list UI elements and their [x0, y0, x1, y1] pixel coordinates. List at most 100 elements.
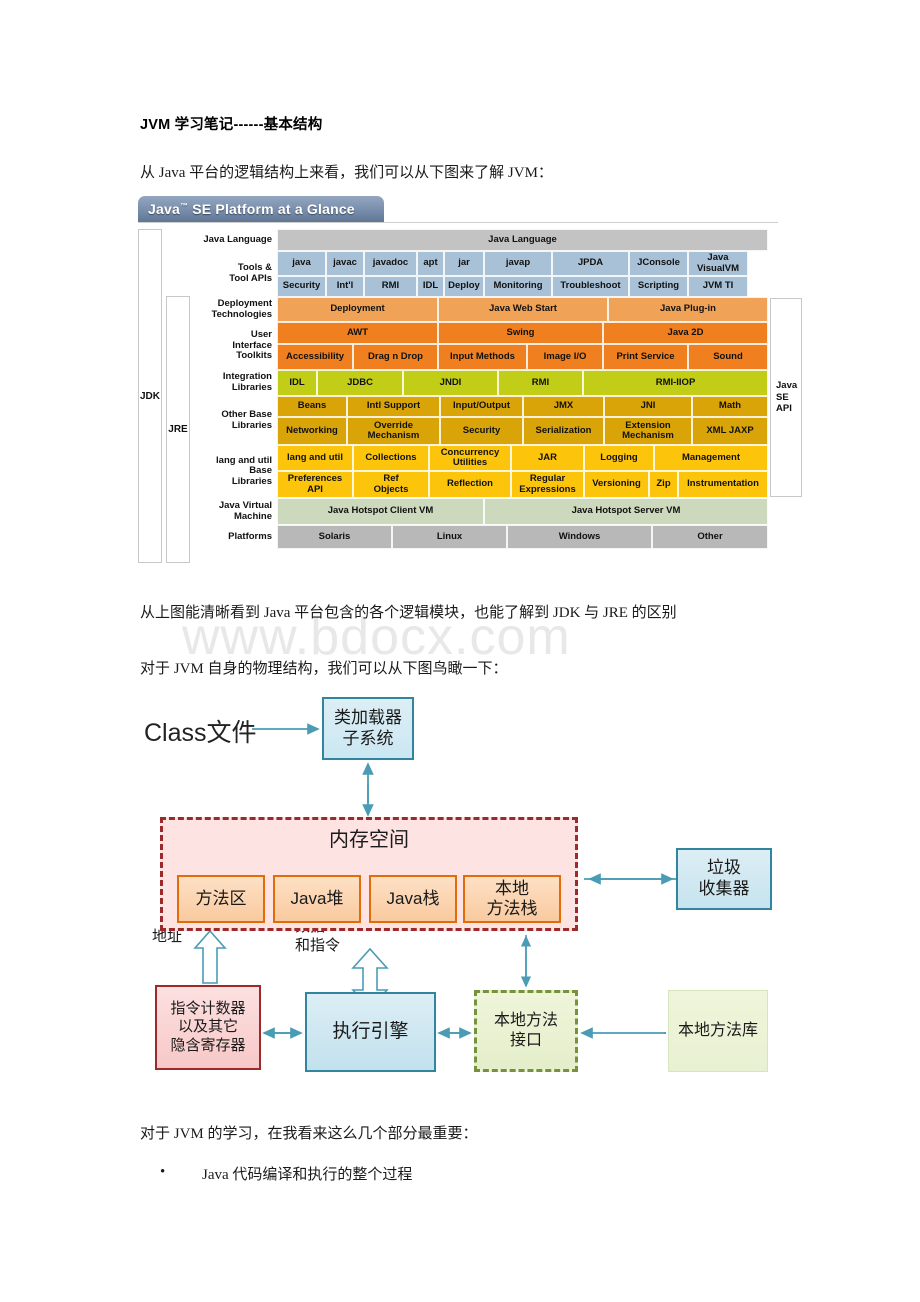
- java-se-api-line: Java: [776, 380, 798, 392]
- bullet-marker-icon: •: [160, 1164, 166, 1180]
- platform-cell-logging: Logging: [584, 445, 654, 471]
- jre-bracket: JRE: [166, 296, 190, 563]
- platform-row-label: User Interface Toolkits: [232, 329, 272, 362]
- page-title: JVM 学习笔记------基本结构: [140, 117, 323, 133]
- garbage-collector-box: 垃圾 收集器: [676, 848, 772, 910]
- execution-engine-box: 执行引擎: [305, 992, 436, 1072]
- platform-cell-java-language: Java Language: [277, 229, 768, 251]
- platform-cell-jndi: JNDI: [403, 370, 498, 396]
- memory-cell-2: Java栈: [369, 875, 457, 923]
- platform-cell-networking: Networking: [277, 417, 347, 445]
- platform-cell-java: Java VisualVM: [688, 251, 748, 276]
- platform-cell-jar: JAR: [511, 445, 584, 471]
- platform-row-label: Deployment Technologies: [211, 297, 272, 320]
- platform-cell-monitoring: Monitoring: [484, 276, 552, 297]
- jdk-bracket: JDK: [138, 229, 162, 563]
- paragraph-4: 对于 JVM 的学习，在我看来这么几个部分最重要：: [140, 1126, 478, 1142]
- platform-cell-preferences: Preferences API: [277, 471, 353, 498]
- class-loader-line: 类加载器: [334, 707, 402, 727]
- platform-cell-java-web-start: Java Web Start: [438, 297, 608, 322]
- platform-cell-javadoc: javadoc: [364, 251, 417, 276]
- platform-grid: JDK JRE Java Language Tools & Tool APIs Dep…: [138, 222, 802, 568]
- platform-cell-override: Override Mechanism: [347, 417, 440, 445]
- platform-cell-deployment: Deployment: [277, 297, 438, 322]
- platform-cell-apt: apt: [417, 251, 444, 276]
- platform-cell-idl: IDL: [277, 370, 317, 396]
- platform-cell-security: Security: [440, 417, 523, 445]
- platform-cell-math: Math: [692, 396, 768, 417]
- platform-cell-int-l: Int'l: [326, 276, 364, 297]
- platform-cell-linux: Linux: [392, 525, 507, 549]
- platform-row-label: Java Language: [203, 233, 272, 245]
- platform-cell-solaris: Solaris: [277, 525, 392, 549]
- platform-cell-java-hotspot-server-vm: Java Hotspot Server VM: [484, 498, 768, 525]
- memory-cell-0: 方法区: [177, 875, 265, 923]
- platform-cell-javap: javap: [484, 251, 552, 276]
- platform-row-label: lang and util Base Libraries: [216, 454, 272, 487]
- memory-cell-1: Java堆: [273, 875, 361, 923]
- memory-cell-line: Java栈: [386, 889, 440, 909]
- platform-cell-rmi: RMI: [498, 370, 583, 396]
- native-method-interface-box: 本地方法 接口: [474, 990, 578, 1072]
- platform-cell-zip: Zip: [649, 471, 678, 498]
- platform-cell-java-2d: Java 2D: [603, 322, 768, 344]
- java-se-api-bracket: Java SE API: [770, 298, 802, 497]
- platform-cell-awt: AWT: [277, 322, 438, 344]
- platform-row-label: Java Virtual Machine: [218, 499, 272, 522]
- platform-cell-beans: Beans: [277, 396, 347, 417]
- pc-register-line: 以及其它: [177, 1018, 238, 1036]
- platform-cell-xml-jaxp: XML JAXP: [692, 417, 768, 445]
- document-page: JVM 学习笔记------基本结构 从 Java 平台的逻辑结构上来看，我们可…: [0, 0, 920, 1302]
- platform-cell-jpda: JPDA: [552, 251, 629, 276]
- platform-cell-sound: Sound: [688, 344, 768, 370]
- garbage-collector-line: 垃圾: [707, 858, 741, 878]
- platform-cell-management: Management: [654, 445, 768, 471]
- platform-row-label: Platforms: [228, 530, 272, 542]
- platform-cell-regular: Regular Expressions: [511, 471, 584, 498]
- native-method-interface-line: 本地方法: [493, 1012, 558, 1030]
- memory-cell-line: 本地: [495, 879, 529, 899]
- platform-cell-extension: Extension Mechanism: [604, 417, 692, 445]
- platform-cell-java-plug-in: Java Plug-in: [608, 297, 768, 322]
- platform-cell-jvm-ti: JVM TI: [688, 276, 748, 297]
- paragraph-1: 从 Java 平台的逻辑结构上来看，我们可以从下图来了解 JVM：: [140, 165, 553, 181]
- platform-row-label: Integration Libraries: [222, 371, 272, 393]
- native-method-interface-line: 接口: [509, 1032, 542, 1049]
- paragraph-3: 对于 JVM 自身的物理结构，我们可以从下图鸟瞰一下：: [140, 661, 508, 677]
- platform-cell-troubleshoot: Troubleshoot: [552, 276, 629, 297]
- platform-cell-lang-and-util: lang and util: [277, 445, 353, 471]
- memory-space-box: 内存空间 方法区 Java堆 Java栈 本地 方法栈: [160, 817, 578, 931]
- platform-cell-accessibility: Accessibility: [277, 344, 353, 370]
- platform-cell-instrumentation: Instrumentation: [678, 471, 768, 498]
- memory-cell-line: 方法栈: [486, 899, 538, 918]
- platform-cell-jconsole: JConsole: [629, 251, 688, 276]
- paragraph-2: 从上图能清晰看到 Java 平台包含的各个逻辑模块，也能了解到 JDK 与 JR…: [140, 605, 677, 621]
- platform-cell-jni: JNI: [604, 396, 692, 417]
- platform-cell-versioning: Versioning: [584, 471, 649, 498]
- platform-cell-intl-support: Intl Support: [347, 396, 440, 417]
- platform-cell-rmi: RMI: [364, 276, 417, 297]
- platform-cell-security: Security: [277, 276, 326, 297]
- platform-banner-text: Java™ SE Platform at a Glance: [148, 201, 355, 217]
- class-file-label: Class文件: [144, 719, 257, 747]
- pc-register-line: 指令计数器: [170, 1000, 246, 1018]
- platform-cell-reflection: Reflection: [429, 471, 511, 498]
- native-method-library-box: 本地方法库: [668, 990, 768, 1072]
- memory-cell-line: Java堆: [290, 889, 344, 909]
- platform-cell-ref: Ref Objects: [353, 471, 429, 498]
- platform-row-label: Other Base Libraries: [221, 408, 272, 431]
- java-se-platform-diagram: Java™ SE Platform at a Glance JDK JRE Ja…: [138, 196, 802, 568]
- platform-cell-windows: Windows: [507, 525, 652, 549]
- memory-space-title: 内存空间: [329, 829, 409, 851]
- java-se-api-line: SE: [776, 391, 789, 403]
- platform-cell-input-methods: Input Methods: [438, 344, 527, 370]
- pc-register-line: 隐含寄存器: [170, 1036, 246, 1054]
- memory-cell-line: 方法区: [195, 889, 247, 909]
- platform-cell-swing: Swing: [438, 322, 603, 344]
- platform-cell-other: Other: [652, 525, 768, 549]
- class-loader-line: 子系统: [342, 728, 394, 748]
- memory-cell-3: 本地 方法栈: [463, 875, 561, 923]
- native-method-library-line: 本地方法库: [677, 1022, 758, 1040]
- class-loader-subsystem-box: 类加载器 子系统: [322, 697, 414, 760]
- platform-cell-javac: javac: [326, 251, 364, 276]
